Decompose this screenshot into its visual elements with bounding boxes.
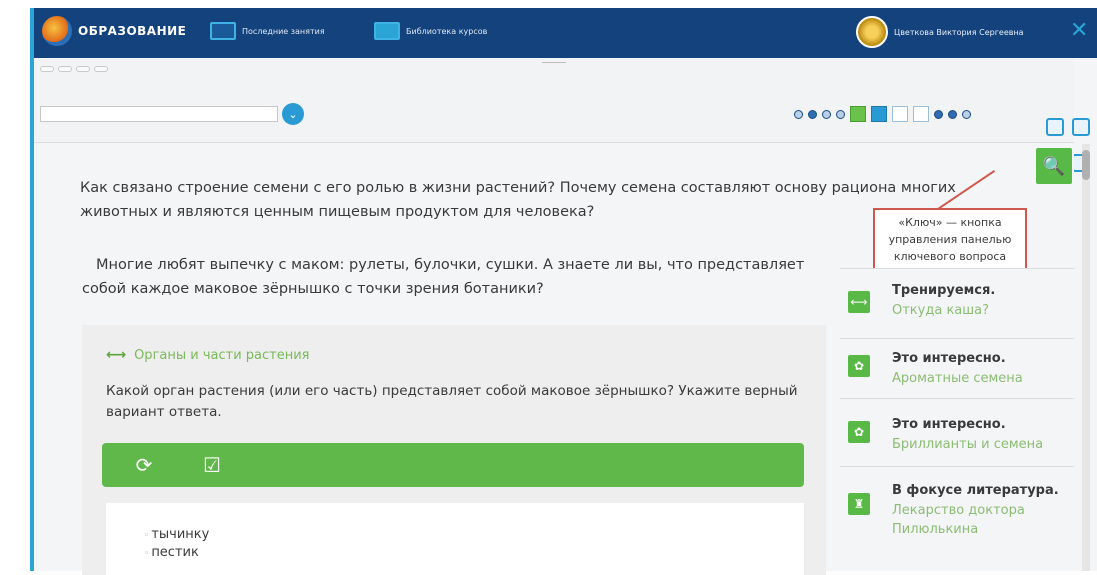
key-search-icon[interactable]: 🔍 [1036, 148, 1072, 184]
card-subtitle: Откуда каша? [892, 303, 990, 318]
nav-recent-lessons[interactable]: Последние занятия [210, 22, 325, 40]
lesson-content: Многие любят выпечку с маком: рулеты, бу… [34, 241, 826, 575]
scrollbar-thumb[interactable] [1082, 150, 1090, 180]
tab-label[interactable] [542, 62, 566, 63]
card-subtitle: Бриллианты и семена [892, 437, 1044, 452]
task-card: ⟷ Органы и части растения Какой орган ра… [82, 325, 826, 575]
panel-card-interesting-2[interactable]: ✿ Это интересно. Бриллианты и семена [840, 398, 1074, 466]
first-page-icon[interactable] [794, 109, 803, 119]
globe-logo-icon [42, 16, 72, 46]
lesson-title-field[interactable] [40, 106, 278, 122]
top-bar: ОБРАЗОВАНИЕ Последние занятия Библиотека… [34, 8, 1097, 58]
logo-title: ОБРАЗОВАНИЕ [78, 24, 187, 38]
image-icon[interactable] [1072, 118, 1090, 136]
check-icon[interactable]: ☑ [198, 451, 226, 479]
page-dot[interactable] [934, 109, 943, 119]
breadcrumb-item[interactable] [76, 66, 90, 72]
task-header: ⟷ Органы и части растения [106, 347, 310, 363]
library-icon [374, 22, 400, 40]
avatar [856, 16, 888, 48]
panel-card-training[interactable]: ⟷ Тренируемся. Откуда каша? [840, 268, 1074, 338]
last-page-icon[interactable] [962, 109, 971, 119]
scrollbar[interactable] [1082, 144, 1090, 571]
card-title: Тренируемся. [892, 283, 996, 298]
user-menu[interactable]: Цветкова Виктория Сергеевна [856, 16, 1024, 48]
breadcrumb [40, 66, 108, 72]
nav-library-label: Библиотека курсов [406, 26, 488, 36]
flower-icon: ✿ [848, 355, 870, 377]
notes-icon[interactable] [1046, 118, 1064, 136]
right-panel: ⟷ Тренируемся. Откуда каша? ✿ Это интере… [840, 268, 1074, 571]
card-subtitle: Лекарство доктора Пилюлькина [892, 503, 1025, 537]
chevron-down-icon[interactable]: ⌄ [282, 103, 304, 125]
task-action-bar: ⟳ ☑ [102, 443, 804, 487]
user-name: Цветкова Виктория Сергеевна [894, 27, 1024, 37]
page-square-icon[interactable] [850, 106, 866, 122]
panel-card-literature[interactable]: ♜ В фокусе литература. Лекарство доктора… [840, 466, 1074, 571]
answer-list: тычинку пестик [106, 503, 804, 575]
task-title: Органы и части растения [134, 347, 310, 363]
answer-option[interactable]: пестик [144, 545, 199, 560]
calendar-icon [210, 22, 236, 40]
page-dot[interactable] [836, 109, 845, 119]
page-square-icon[interactable] [871, 106, 887, 122]
prev-page-icon[interactable] [808, 109, 817, 119]
tower-icon: ♜ [848, 493, 870, 515]
card-title: Это интересно. [892, 351, 1006, 366]
close-icon[interactable]: ✕ [1070, 20, 1088, 42]
answer-option[interactable]: тычинку [144, 527, 209, 542]
page-dot[interactable] [822, 109, 831, 119]
callout-annotation: «Ключ» — кнопка управления панелью ключе… [873, 208, 1027, 274]
flower-icon: ✿ [848, 421, 870, 443]
card-title: Это интересно. [892, 417, 1006, 432]
breadcrumb-item[interactable] [58, 66, 72, 72]
breadcrumb-item[interactable] [40, 66, 54, 72]
arrows-icon: ⟷ [848, 291, 870, 313]
card-title: В фокусе литература. [892, 483, 1059, 498]
page-square-icon[interactable] [913, 106, 929, 122]
panel-card-interesting-1[interactable]: ✿ Это интересно. Ароматные семена [840, 338, 1074, 398]
breadcrumb-item[interactable] [94, 66, 108, 72]
nav-course-library[interactable]: Библиотека курсов [374, 22, 487, 40]
logo[interactable]: ОБРАЗОВАНИЕ [42, 16, 186, 46]
next-page-icon[interactable] [948, 109, 957, 119]
card-subtitle: Ароматные семена [892, 371, 1023, 386]
page-square-icon[interactable] [892, 106, 908, 122]
intro-paragraph: Многие любят выпечку с маком: рулеты, бу… [82, 257, 805, 297]
page-navigator [794, 106, 971, 122]
nav-recent-label: Последние занятия [242, 26, 325, 36]
task-question: Какой орган растения (или его часть) пре… [106, 383, 798, 420]
lesson-select[interactable]: ⌄ [40, 103, 304, 125]
refresh-icon[interactable]: ⟳ [130, 451, 158, 479]
arrows-icon: ⟷ [106, 347, 127, 363]
lesson-toolbar: ⌄ [34, 58, 1090, 172]
app-frame: ОБРАЗОВАНИЕ Последние занятия Библиотека… [30, 8, 1097, 575]
